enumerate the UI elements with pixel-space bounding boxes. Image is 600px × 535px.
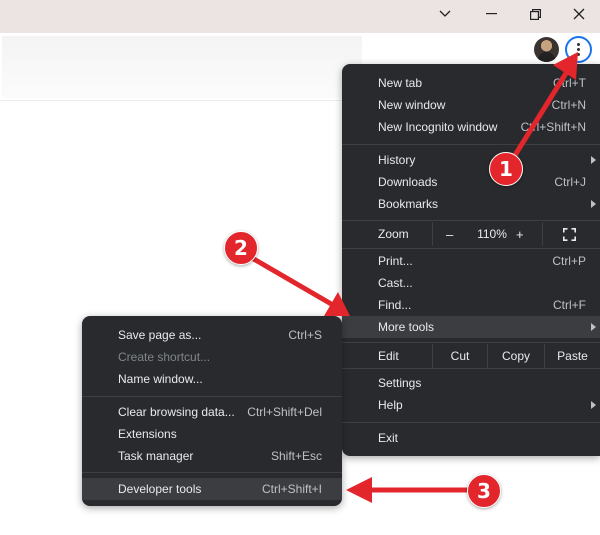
step-badge-3: 3 [467, 474, 501, 508]
arrow-step-2 [249, 255, 350, 316]
menu-item-cast[interactable]: Cast... [342, 272, 600, 294]
zoom-divider [432, 222, 433, 246]
cut-button[interactable]: Cut [433, 344, 487, 368]
more-vert-icon [577, 43, 580, 46]
chevron-down-icon [439, 10, 451, 17]
menu-item-more-tools[interactable]: More tools [342, 316, 600, 338]
menu-item-shortcut: Ctrl+S [288, 328, 322, 342]
paste-button[interactable]: Paste [545, 344, 600, 368]
avatar[interactable] [534, 37, 559, 62]
menu-item-shortcut: Ctrl+P [552, 254, 586, 268]
menu-item-label: Name window... [118, 372, 203, 386]
menu-separator [82, 396, 342, 397]
menu-separator [82, 472, 342, 473]
menu-item-label: Print... [378, 254, 413, 268]
menu-item-print[interactable]: Print... Ctrl+P [342, 250, 600, 272]
step-badge-2: 2 [224, 231, 258, 265]
close-window-button[interactable] [556, 0, 600, 28]
more-tools-submenu: Save page as... Ctrl+S Create shortcut..… [82, 316, 342, 506]
submenu-arrow-icon [591, 156, 596, 164]
menu-item-label: New Incognito window [378, 120, 498, 134]
menu-item-label: New tab [378, 76, 423, 90]
menu-item-shortcut: Ctrl+J [554, 175, 586, 189]
zoom-divider [542, 222, 543, 246]
menu-separator [342, 248, 600, 249]
menu-item-label: Create shortcut... [118, 350, 211, 364]
menu-item-settings[interactable]: Settings [342, 372, 600, 394]
menu-item-label: Settings [378, 376, 422, 390]
restore-icon [529, 8, 541, 20]
menu-separator [342, 368, 600, 369]
submenu-arrow-icon [591, 323, 596, 331]
submenu-arrow-icon [591, 401, 596, 409]
menu-item-shortcut: Shift+Esc [270, 449, 322, 463]
menu-item-extensions[interactable]: Extensions [82, 423, 342, 445]
menu-item-shortcut: Ctrl+Shift+N [520, 120, 586, 134]
menu-item-help[interactable]: Help [342, 394, 600, 416]
menu-item-label: Extensions [118, 427, 177, 441]
menu-item-create-shortcut: Create shortcut... [82, 346, 342, 368]
menu-item-exit[interactable]: Exit [342, 427, 600, 449]
copy-button[interactable]: Copy [488, 344, 544, 368]
zoom-in-button[interactable]: + [516, 227, 524, 242]
menu-item-bookmarks[interactable]: Bookmarks [342, 193, 600, 215]
menu-item-new-tab[interactable]: New tab Ctrl+T [342, 72, 600, 94]
menu-item-label: Developer tools [118, 482, 202, 496]
menu-item-label: History [378, 153, 416, 167]
menu-item-label: Find... [378, 298, 412, 312]
minimize-button[interactable] [468, 0, 514, 28]
menu-item-task-manager[interactable]: Task manager Shift+Esc [82, 445, 342, 467]
menu-item-shortcut: Ctrl+F [553, 298, 586, 312]
menu-item-save-page[interactable]: Save page as... Ctrl+S [82, 324, 342, 346]
menu-item-clear-browsing-data[interactable]: Clear browsing data... Ctrl+Shift+Del [82, 401, 342, 423]
menu-item-label: Cast... [378, 276, 413, 290]
menu-separator [342, 422, 600, 423]
menu-item-label: Clear browsing data... [118, 405, 235, 419]
menu-item-label: Downloads [378, 175, 438, 189]
customize-menu-button[interactable] [565, 36, 592, 63]
menu-separator [342, 342, 600, 343]
chrome-main-menu: New tab Ctrl+T New window Ctrl+N New Inc… [342, 64, 600, 456]
menu-item-label: Save page as... [118, 328, 202, 342]
toolbar-content-area [2, 36, 362, 98]
more-vert-icon-dot [577, 48, 580, 51]
arrow-step-3 [346, 477, 471, 503]
menu-item-label: Task manager [118, 449, 194, 463]
close-icon [573, 8, 585, 20]
restore-button[interactable] [512, 0, 558, 28]
menu-item-downloads[interactable]: Downloads Ctrl+J [342, 171, 600, 193]
menu-item-history[interactable]: History [342, 149, 600, 171]
menu-item-label: Bookmarks [378, 197, 439, 211]
edit-label: Edit [378, 349, 399, 363]
fullscreen-icon[interactable] [563, 228, 576, 241]
menu-item-shortcut: Ctrl+Shift+Del [247, 405, 322, 419]
menu-item-shortcut: Ctrl+N [551, 98, 586, 112]
menu-item-new-incognito-window[interactable]: New Incognito window Ctrl+Shift+N [342, 116, 600, 138]
zoom-label: Zoom [378, 227, 409, 241]
menu-item-label: Exit [378, 431, 399, 445]
menu-item-developer-tools[interactable]: Developer tools Ctrl+Shift+I [82, 478, 342, 500]
menu-separator [342, 144, 600, 145]
menu-item-name-window[interactable]: Name window... [82, 368, 342, 390]
step-badge-1: 1 [489, 152, 523, 186]
menu-item-label: New window [378, 98, 446, 112]
zoom-level-value: 110% [477, 227, 507, 241]
menu-item-shortcut: Ctrl+Shift+I [261, 482, 322, 496]
zoom-out-button[interactable]: – [446, 227, 453, 242]
menu-edit-row: Edit Cut Copy Paste [342, 344, 600, 368]
menu-item-label: More tools [378, 320, 435, 334]
minimize-icon [485, 13, 497, 15]
menu-item-new-window[interactable]: New window Ctrl+N [342, 94, 600, 116]
menu-item-find[interactable]: Find... Ctrl+F [342, 294, 600, 316]
menu-zoom-row: Zoom – 110% + [342, 222, 600, 246]
more-vert-icon-dot [577, 53, 580, 56]
title-bar [0, 0, 600, 33]
menu-separator [342, 220, 600, 221]
submenu-arrow-icon [591, 200, 596, 208]
menu-item-label: Help [378, 398, 403, 412]
tab-search-button[interactable] [422, 0, 468, 28]
menu-item-shortcut: Ctrl+T [553, 76, 586, 90]
